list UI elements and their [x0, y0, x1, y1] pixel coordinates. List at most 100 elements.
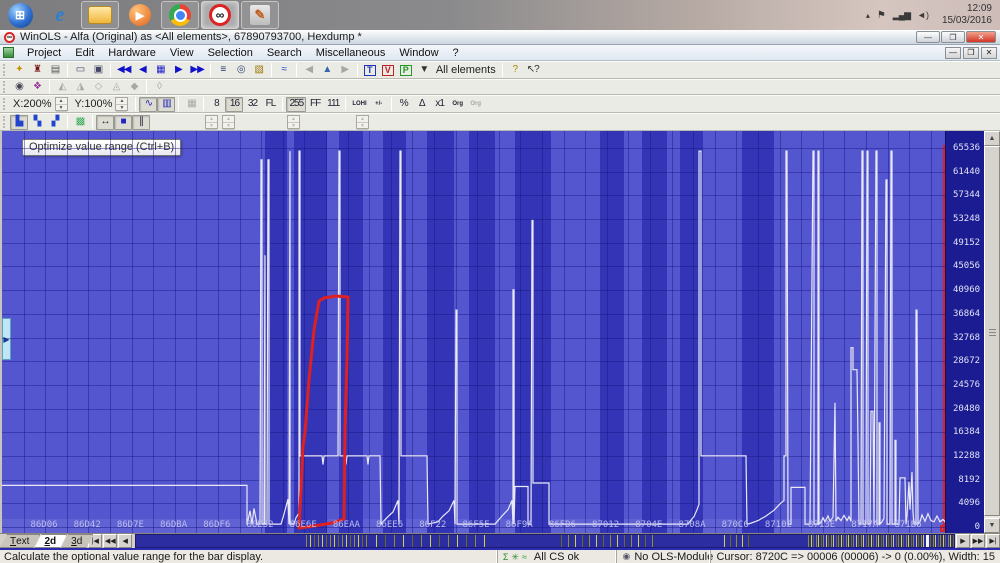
menu-edit[interactable]: Edit [68, 46, 101, 60]
next-element-icon[interactable]: ▶ [169, 63, 187, 78]
y-zoom-spinner[interactable]: ▲▼ [115, 97, 128, 111]
element-list-icon[interactable]: ≡ [214, 63, 232, 78]
dec-display-button[interactable]: 255 [286, 97, 306, 112]
taskbar-clock[interactable]: 12:09 15/03/2016 [936, 3, 992, 28]
delta-button[interactable]: Δ [413, 97, 431, 112]
element-type-label[interactable]: All elements [433, 64, 499, 76]
media-player-icon-button[interactable]: ▶ [121, 1, 159, 29]
bits8-button[interactable]: 8 [207, 97, 225, 112]
search-icon[interactable]: ◎ [232, 63, 250, 78]
chrome-icon-button[interactable] [161, 1, 199, 29]
text-mode-icon[interactable]: T [361, 63, 379, 78]
appearance-icon[interactable]: ❖ [28, 80, 46, 95]
prev-element-icon[interactable]: ◀ [133, 63, 151, 78]
tab-text[interactable]: Text [0, 534, 40, 548]
signal-icon[interactable]: ≈ [275, 63, 293, 78]
first-element-icon[interactable]: ◀◀ [114, 63, 133, 78]
new-window-icon[interactable]: ▭ [71, 63, 89, 78]
color-map-icon[interactable]: ▩ [71, 115, 89, 130]
project-icon[interactable]: ♜ [28, 63, 46, 78]
import-icon[interactable]: ✦ [10, 63, 28, 78]
scrollbar-thumb[interactable] [984, 146, 1000, 516]
curve-view-icon[interactable]: ∿ [139, 97, 157, 112]
menu-hardware[interactable]: Hardware [101, 46, 163, 60]
overview-mark [448, 535, 449, 547]
help-icon[interactable]: ? [506, 63, 524, 78]
eye-icon[interactable]: ◉ [10, 80, 28, 95]
factor-button[interactable]: x1 [431, 97, 449, 112]
value-mode-icon[interactable]: V [379, 63, 397, 78]
tab-scroll-left-1[interactable]: ◀◀ [103, 534, 117, 548]
optimize-x-icon[interactable]: ▞ [46, 115, 64, 130]
bitsfl-button[interactable]: FL [261, 97, 279, 112]
vertical-scrollbar[interactable]: ▲ ▼ [984, 131, 1000, 533]
menu-selection[interactable]: Selection [201, 46, 260, 60]
solid-view-button[interactable]: ■ [114, 115, 132, 130]
mdi-restore-button[interactable]: ❐ [963, 47, 979, 59]
scroll-down-button[interactable]: ▼ [984, 518, 1000, 533]
overview-mark [831, 535, 832, 547]
context-help-icon[interactable]: ↖? [524, 63, 542, 78]
disabled-spinner-1: ▲▼ [205, 115, 218, 129]
volume-icon[interactable]: ◄) [917, 10, 929, 20]
lohi-button[interactable]: LOHI [349, 97, 369, 112]
tab-scroll-right-1[interactable]: ▶▶ [971, 534, 985, 548]
tab-scroll-right-0[interactable]: ▶ [956, 534, 970, 548]
mdi-minimize-button[interactable]: — [945, 47, 961, 59]
scroll-up-button[interactable]: ▲ [984, 131, 1000, 146]
print-icon[interactable]: ▤ [46, 63, 64, 78]
hex-display-button[interactable]: FF [306, 97, 324, 112]
percent-mode-icon[interactable]: P [397, 63, 415, 78]
hexdump-2d-graph[interactable]: Optimize value range (Ctrl+B) ▶ 86D0686D… [2, 131, 945, 533]
checksum-icon[interactable]: ▲ [318, 63, 336, 78]
fit-width-button[interactable]: ↔ [96, 115, 114, 130]
action-center-icon[interactable]: ⚑ [877, 10, 886, 21]
overview-mark [930, 535, 931, 547]
document-icon[interactable] [3, 47, 14, 58]
bars-view-icon[interactable]: ▥ [157, 97, 175, 112]
optimize-wand-icon[interactable]: ▚ [28, 115, 46, 130]
menu-project[interactable]: Project [20, 46, 68, 60]
sign-button[interactable]: +/- [370, 97, 388, 112]
windows-icon[interactable]: ▣ [89, 63, 107, 78]
tab-scroll-right-2[interactable]: ▶| [986, 534, 1000, 548]
module-status-text: No OLS-Module [634, 551, 713, 563]
mode-dropdown-icon[interactable]: ▼ [415, 63, 433, 78]
percent-button[interactable]: % [395, 97, 413, 112]
winols-app-icon: ∞ [4, 32, 15, 43]
overview-strip[interactable] [135, 534, 955, 548]
last-element-icon[interactable]: ▶▶ [187, 63, 206, 78]
optimize-range-button[interactable]: ▙ [10, 115, 28, 130]
overview-mark [457, 535, 458, 547]
bits32-button[interactable]: 32 [243, 97, 261, 112]
bits16-button[interactable]: 16 [225, 97, 243, 112]
minimize-button[interactable]: — [916, 31, 940, 43]
explorer-icon-button[interactable] [81, 1, 119, 29]
x-zoom-spinner[interactable]: ▲▼ [55, 97, 68, 111]
menu-window[interactable]: Window [392, 46, 445, 60]
maximize-button[interactable]: ❐ [941, 31, 965, 43]
pause-view-button[interactable]: ∥ [132, 115, 150, 130]
paint-icon-button[interactable]: ✎ [241, 1, 279, 29]
menu-view[interactable]: View [163, 46, 201, 60]
winols-icon-button[interactable]: ∞ [201, 1, 239, 29]
menu-miscellaneous[interactable]: Miscellaneous [309, 46, 393, 60]
network-icon[interactable]: ▂▄▆ [893, 10, 910, 21]
close-button[interactable]: ✕ [966, 31, 996, 43]
bin-display-button[interactable]: 111 [324, 97, 342, 112]
folder-search-icon[interactable]: ▧ [250, 63, 268, 78]
menu-search[interactable]: Search [260, 46, 309, 60]
tray-chevron-icon[interactable]: ▴ [866, 11, 870, 20]
mdi-close-button[interactable]: ✕ [981, 47, 997, 59]
overview-mark [876, 535, 877, 547]
menu-help[interactable]: ? [446, 46, 466, 60]
overview-cursor[interactable] [926, 535, 929, 547]
ie-icon-button[interactable]: e [41, 1, 79, 29]
overview-mark [863, 535, 864, 547]
element-grid-icon[interactable]: ▦ [151, 63, 169, 78]
org-button[interactable]: Org [449, 97, 467, 112]
overview-mark [866, 535, 867, 547]
overview-mark [342, 535, 343, 547]
tab-scroll-left-2[interactable]: ◀ [118, 534, 132, 548]
start-button-button[interactable]: ⊞ [1, 1, 39, 29]
